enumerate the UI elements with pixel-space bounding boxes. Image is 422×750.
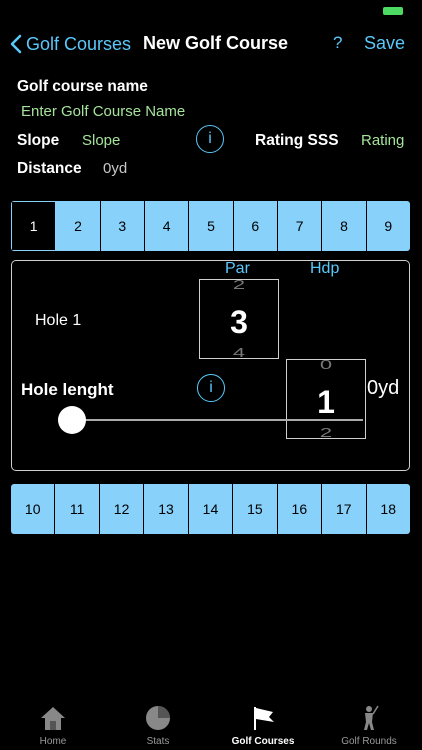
info-icon[interactable]: i bbox=[196, 125, 224, 153]
flag-icon bbox=[254, 707, 274, 730]
hdp-picker[interactable]: 0 1 2 bbox=[286, 359, 366, 439]
rating-input[interactable]: Rating bbox=[361, 132, 404, 149]
hole-button-10[interactable]: 10 bbox=[11, 484, 56, 534]
save-button[interactable]: Save bbox=[364, 33, 405, 54]
back-button[interactable]: Golf Courses bbox=[10, 31, 131, 57]
home-icon bbox=[41, 707, 65, 730]
tab-stats-label: Stats bbox=[146, 736, 170, 747]
tab-golf-rounds[interactable]: Golf Rounds bbox=[319, 704, 419, 747]
hdp-label: Hdp bbox=[310, 260, 340, 277]
hole-button-15[interactable]: 15 bbox=[233, 484, 278, 534]
hole-button-9[interactable]: 9 bbox=[366, 201, 410, 251]
hole-length-slider-track[interactable] bbox=[72, 419, 363, 421]
hole-button-14[interactable]: 14 bbox=[188, 484, 234, 534]
info-icon[interactable]: i bbox=[197, 374, 225, 402]
distance-value: 0yd bbox=[103, 160, 128, 177]
stats-pie-icon bbox=[146, 706, 170, 730]
tab-golf-courses-label: Golf Courses bbox=[231, 736, 295, 747]
hole-label: Hole 1 bbox=[35, 312, 82, 329]
hole-button-3[interactable]: 3 bbox=[100, 201, 145, 251]
tab-home[interactable]: Home bbox=[3, 704, 103, 747]
help-button[interactable]: ? bbox=[333, 33, 342, 53]
hdp-prev-value: 0 bbox=[319, 359, 333, 373]
hole-button-13[interactable]: 13 bbox=[144, 484, 189, 534]
hole-length-label: Hole lenght bbox=[21, 380, 114, 399]
hole-length-slider-thumb[interactable] bbox=[58, 406, 86, 434]
tab-golf-courses[interactable]: Golf Courses bbox=[213, 704, 313, 747]
par-prev-value: 2 bbox=[232, 279, 246, 293]
hole-button-2[interactable]: 2 bbox=[56, 201, 101, 251]
back-label: Golf Courses bbox=[26, 33, 132, 54]
hole-button-16[interactable]: 16 bbox=[277, 484, 323, 534]
hole-button-11[interactable]: 11 bbox=[55, 484, 100, 534]
holes-front-selector: 1 2 3 4 5 6 7 8 9 bbox=[11, 201, 410, 251]
tab-home-label: Home bbox=[39, 736, 67, 747]
course-name-label: Golf course name bbox=[17, 78, 148, 95]
hole-button-18[interactable]: 18 bbox=[366, 484, 410, 534]
distance-label: Distance bbox=[17, 160, 82, 177]
hdp-next-value: 2 bbox=[319, 425, 333, 439]
tab-stats[interactable]: Stats bbox=[108, 704, 208, 747]
slope-input[interactable]: Slope bbox=[82, 132, 120, 149]
slope-label: Slope bbox=[17, 132, 60, 149]
golfer-icon bbox=[364, 705, 379, 730]
hole-length-value: 0yd bbox=[367, 377, 400, 399]
rating-label: Rating SSS bbox=[255, 132, 339, 149]
tab-golf-rounds-label: Golf Rounds bbox=[341, 736, 397, 747]
hole-button-7[interactable]: 7 bbox=[277, 201, 323, 251]
battery-icon bbox=[383, 7, 403, 15]
par-label: Par bbox=[225, 260, 250, 277]
hole-button-5[interactable]: 5 bbox=[189, 201, 234, 251]
hole-button-4[interactable]: 4 bbox=[144, 201, 190, 251]
hole-button-1[interactable]: 1 bbox=[11, 201, 57, 251]
hdp-value: 1 bbox=[317, 384, 335, 420]
hole-button-8[interactable]: 8 bbox=[322, 201, 367, 251]
chevron-left-icon bbox=[10, 34, 22, 54]
hole-button-6[interactable]: 6 bbox=[233, 201, 278, 251]
course-name-input[interactable]: Enter Golf Course Name bbox=[21, 103, 185, 120]
page-title: New Golf Course bbox=[143, 33, 289, 53]
par-value: 3 bbox=[230, 304, 248, 340]
hole-button-12[interactable]: 12 bbox=[99, 484, 145, 534]
holes-back-selector: 10 11 12 13 14 15 16 17 18 bbox=[11, 484, 410, 534]
par-next-value: 4 bbox=[232, 345, 246, 359]
par-picker[interactable]: 2 3 4 bbox=[199, 279, 279, 359]
hole-button-17[interactable]: 17 bbox=[322, 484, 367, 534]
